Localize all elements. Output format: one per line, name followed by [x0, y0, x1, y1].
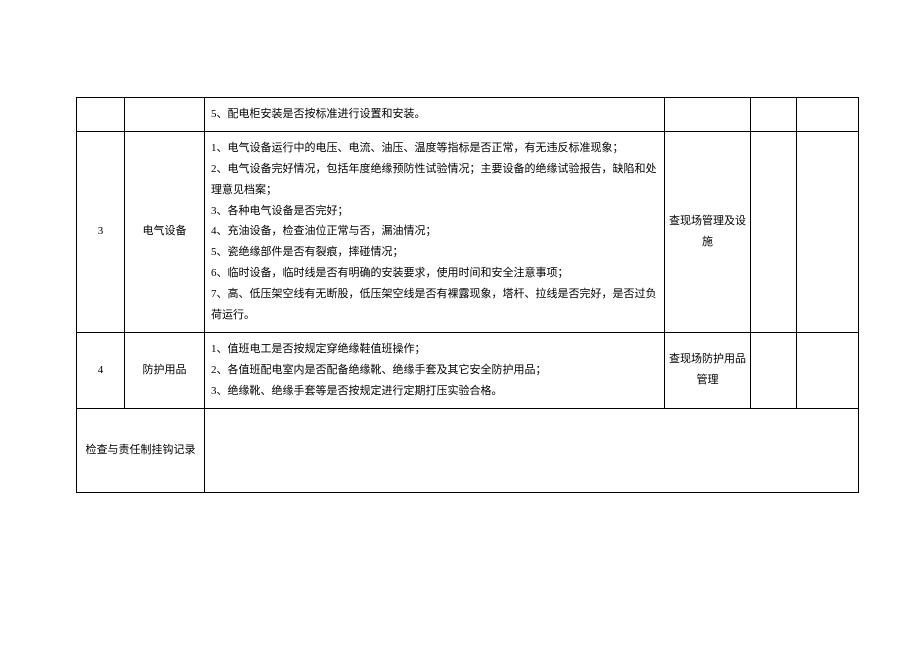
content-line: 7、高、低压架空线有无断股，低压架空线是否有裸露现象，塔杆、拉线是否完好，是否过… [211, 284, 658, 326]
row-num-cell [77, 98, 125, 132]
row-category: 防护用品 [143, 364, 187, 376]
content-line: 2、各值班配电室内是否配备绝缘靴、绝缘手套及其它安全防护用品； [211, 360, 658, 381]
table-row: 4 防护用品 1、值班电工是否按规定穿绝缘鞋值班操作； 2、各值班配电室内是否配… [77, 332, 859, 408]
row-content-cell: 1、电气设备运行中的电压、电流、油压、温度等指标是否正常，有无违反标准现象； 2… [205, 131, 665, 332]
content-line: 4、充油设备，检查油位正常与否，漏油情况； [211, 221, 658, 242]
row-content-cell: 5、配电柜安装是否按标准进行设置和安装。 [205, 98, 665, 132]
content-line: 3、绝缘靴、绝缘手套等是否按规定进行定期打压实验合格。 [211, 381, 658, 402]
content-line: 1、值班电工是否按规定穿绝缘鞋值班操作； [211, 339, 658, 360]
table-row: 5、配电柜安装是否按标准进行设置和安装。 [77, 98, 859, 132]
row-extra1-cell [751, 332, 797, 408]
content-line: 3、各种电气设备是否完好； [211, 201, 658, 222]
content-line: 1、电气设备运行中的电压、电流、油压、温度等指标是否正常，有无违反标准现象； [211, 138, 658, 159]
row-extra1-cell [751, 98, 797, 132]
row-check-cell: 查现场防护用品管理 [665, 332, 751, 408]
footer-row: 检查与责任制挂钩记录 [77, 408, 859, 492]
row-num-cell: 3 [77, 131, 125, 332]
row-num-cell: 4 [77, 332, 125, 408]
footer-label-cell: 检查与责任制挂钩记录 [77, 408, 205, 492]
row-extra1-cell [751, 131, 797, 332]
row-check-cell [665, 98, 751, 132]
row-check: 查现场管理及设施 [669, 215, 746, 248]
content-line: 6、临时设备，临时线是否有明确的安装要求，使用时间和安全注意事项； [211, 263, 658, 284]
row-content-cell: 1、值班电工是否按规定穿绝缘鞋值班操作； 2、各值班配电室内是否配备绝缘靴、绝缘… [205, 332, 665, 408]
row-extra2-cell [797, 332, 859, 408]
row-num: 4 [98, 364, 104, 376]
footer-content-cell [205, 408, 859, 492]
content-line: 5、瓷绝缘部件是否有裂痕，摔碰情况； [211, 242, 658, 263]
inspection-table-container: 5、配电柜安装是否按标准进行设置和安装。 3 电气设备 1、电气设备运行中的电压… [76, 97, 858, 493]
row-category-cell [125, 98, 205, 132]
footer-label: 检查与责任制挂钩记录 [86, 444, 196, 456]
row-extra2-cell [797, 131, 859, 332]
row-category: 电气设备 [143, 225, 187, 237]
inspection-table: 5、配电柜安装是否按标准进行设置和安装。 3 电气设备 1、电气设备运行中的电压… [76, 97, 859, 493]
row-check-cell: 查现场管理及设施 [665, 131, 751, 332]
row-check: 查现场防护用品管理 [669, 353, 746, 386]
row-extra2-cell [797, 98, 859, 132]
content-line: 5、配电柜安装是否按标准进行设置和安装。 [211, 104, 658, 125]
table-row: 3 电气设备 1、电气设备运行中的电压、电流、油压、温度等指标是否正常，有无违反… [77, 131, 859, 332]
row-category-cell: 电气设备 [125, 131, 205, 332]
row-num: 3 [98, 225, 104, 237]
row-category-cell: 防护用品 [125, 332, 205, 408]
content-line: 2、电气设备完好情况，包括年度绝缘预防性试验情况；主要设备的绝缘试验报告，缺陷和… [211, 159, 658, 201]
